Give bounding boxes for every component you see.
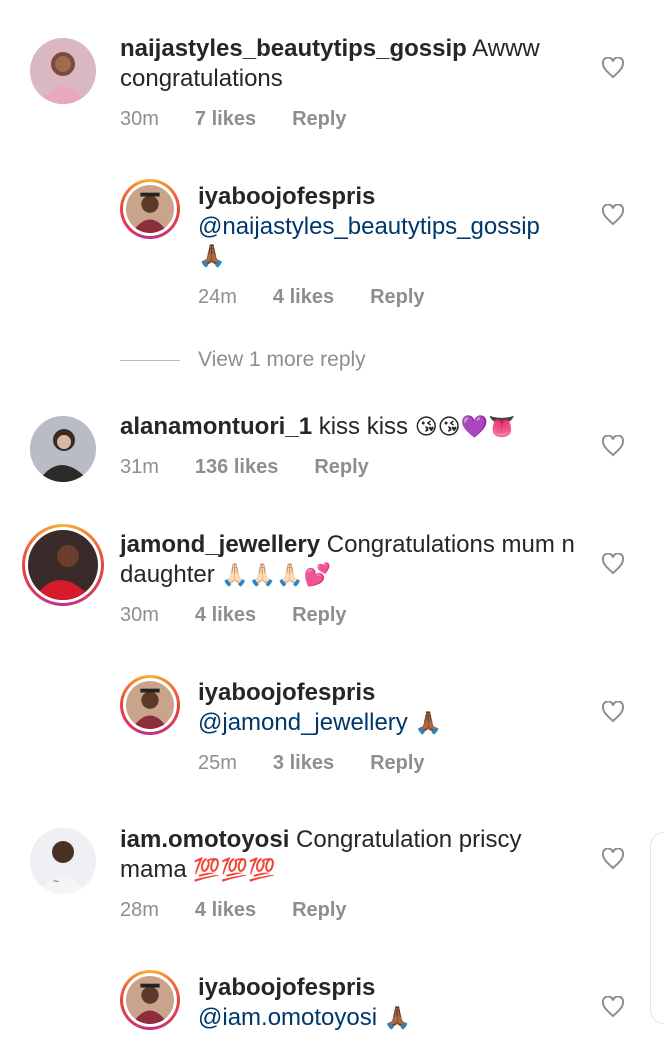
reply-button[interactable]: Reply — [370, 286, 424, 308]
reply-button[interactable]: Reply — [292, 108, 346, 130]
mention-link[interactable]: @iam.omotoyosi — [198, 1004, 377, 1031]
heart-icon[interactable] — [601, 701, 625, 723]
heart-icon[interactable] — [601, 553, 625, 575]
comment-body: kiss kiss — [318, 413, 409, 440]
avatar[interactable] — [30, 38, 96, 104]
comment-meta: 24m 4 likes Reply — [198, 286, 461, 309]
comment-time: 31m — [120, 456, 159, 478]
reply-button[interactable]: Reply — [314, 456, 368, 478]
comment-text: jamond_jewellery Congratulations mum n d… — [120, 530, 590, 591]
comment-time: 24m — [198, 286, 237, 308]
comment-meta: 30m 4 likes Reply — [120, 604, 383, 627]
comment-username[interactable]: iyaboojofespris — [198, 973, 588, 1003]
comment-likes[interactable]: 3 likes — [273, 752, 334, 774]
comment-time: 28m — [120, 899, 159, 921]
comment-emoji: 💯💯💯 — [193, 858, 276, 883]
comment-emoji: 😘😘💜👅 — [414, 415, 516, 440]
comment-meta: 25m 3 likes Reply — [198, 752, 461, 775]
story-ring-avatar[interactable] — [120, 675, 180, 735]
svg-text:~: ~ — [52, 877, 60, 887]
comment-meta: 28m 4 likes Reply — [120, 899, 383, 922]
comment-time: 25m — [198, 752, 237, 774]
heart-icon[interactable] — [601, 435, 625, 457]
story-ring-avatar[interactable] — [120, 970, 180, 1030]
comment-emoji: 🙏🏾 — [414, 711, 442, 736]
reply-button[interactable]: Reply — [370, 752, 424, 774]
comment-meta: 31m 136 likes Reply — [120, 456, 405, 479]
heart-icon[interactable] — [601, 848, 625, 870]
avatar — [126, 976, 174, 1024]
comment-username[interactable]: jamond_jewellery — [120, 531, 320, 558]
comment-username[interactable]: iyaboojofespris — [198, 182, 588, 212]
comment-username[interactable]: iyaboojofespris — [198, 678, 588, 708]
comment-text: alanamontuori_1 kiss kiss 😘😘💜👅 — [120, 412, 590, 443]
divider-line — [120, 359, 180, 361]
comment-text: naijastyles_beautytips_gossip Awww congr… — [120, 34, 590, 94]
comment-username[interactable]: alanamontuori_1 — [120, 413, 312, 440]
mention-link[interactable]: @naijastyles_beautytips_gossip — [198, 212, 588, 242]
reply-text: iyaboojofespris @iam.omotoyosi 🙏🏾 — [198, 973, 588, 1034]
story-ring-avatar[interactable] — [120, 179, 180, 239]
reply-button[interactable]: Reply — [292, 604, 346, 626]
comment-likes[interactable]: 4 likes — [195, 604, 256, 626]
comment-text: iam.omotoyosi Congratulation priscy mama… — [120, 825, 590, 886]
heart-icon[interactable] — [601, 204, 625, 226]
heart-icon[interactable] — [601, 996, 625, 1018]
comment-likes[interactable]: 4 likes — [273, 286, 334, 308]
avatar[interactable]: ~ — [30, 828, 96, 894]
comment-username[interactable]: naijastyles_beautytips_gossip — [120, 35, 467, 62]
avatar — [126, 185, 174, 233]
comment-emoji: 🙏🏾 — [383, 1006, 412, 1031]
heart-icon[interactable] — [601, 57, 625, 79]
comment-time: 30m — [120, 604, 159, 626]
comment-emoji: 🙏🏻🙏🏻🙏🏻💕 — [221, 563, 331, 588]
reply-text: iyaboojofespris @jamond_jewellery 🙏🏾 — [198, 678, 588, 739]
comment-emoji: 🙏🏾 — [198, 244, 226, 269]
view-more-label[interactable]: View 1 more reply — [198, 348, 366, 372]
mention-link[interactable]: @jamond_jewellery — [198, 709, 408, 736]
story-ring-avatar[interactable] — [22, 524, 104, 606]
avatar — [28, 530, 98, 600]
reply-button[interactable]: Reply — [292, 899, 346, 921]
comment-meta: 30m 7 likes Reply — [120, 108, 383, 131]
avatar[interactable] — [30, 416, 96, 482]
reply-text: iyaboojofespris @naijastyles_beautytips_… — [198, 182, 588, 272]
comment-time: 30m — [120, 108, 159, 130]
comment-likes[interactable]: 136 likes — [195, 456, 278, 478]
comment-likes[interactable]: 7 likes — [195, 108, 256, 130]
comment-likes[interactable]: 4 likes — [195, 899, 256, 921]
scroll-handle[interactable] — [650, 832, 664, 1024]
view-more-replies[interactable]: View 1 more reply — [120, 348, 366, 372]
comment-username[interactable]: iam.omotoyosi — [120, 826, 289, 853]
avatar — [126, 681, 174, 729]
